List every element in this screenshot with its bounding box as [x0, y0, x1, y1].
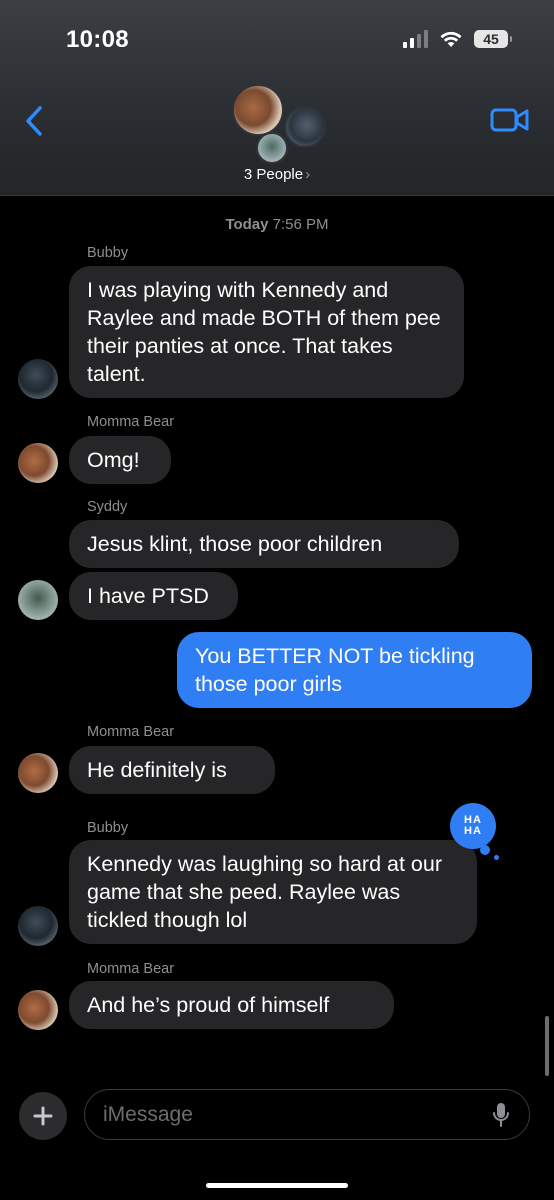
participants-button[interactable]: 3 People › [0, 166, 554, 183]
plus-icon [33, 1106, 53, 1126]
avatar[interactable] [18, 906, 58, 946]
signal-icon [403, 30, 428, 48]
status-time: 10:08 [66, 26, 129, 53]
tapback-text: HA [464, 825, 482, 837]
avatar[interactable] [18, 580, 58, 620]
home-indicator[interactable] [206, 1183, 348, 1188]
battery-icon: 45 [474, 30, 512, 48]
incoming-message-bubble[interactable]: And he’s proud of himself [69, 981, 394, 1029]
apps-plus-button[interactable] [19, 1092, 67, 1140]
avatar[interactable] [18, 359, 58, 399]
sender-name: Bubby [87, 245, 129, 261]
avatar [232, 84, 284, 136]
incoming-message-bubble[interactable]: Kennedy was laughing so hard at our game… [69, 840, 477, 944]
conversation-header: 10:08 45 3 People › [0, 0, 554, 196]
avatar[interactable] [18, 443, 58, 483]
haha-tapback-icon[interactable]: HA HA [450, 803, 496, 849]
sender-name: Momma Bear [87, 414, 175, 430]
scrollbar[interactable] [545, 1016, 549, 1076]
participants-label: 3 People [243, 166, 304, 183]
incoming-message-bubble[interactable]: I have PTSD [69, 572, 238, 620]
microphone-icon[interactable] [492, 1102, 510, 1128]
timestamp-day: Today [225, 216, 269, 233]
messages-screen: 10:08 45 3 People › Today 7:56 PM Bubby … [0, 0, 554, 1200]
avatar [284, 106, 326, 148]
sender-name: Momma Bear [87, 724, 175, 740]
wifi-icon [440, 31, 462, 47]
incoming-message-bubble[interactable]: He definitely is [69, 746, 275, 794]
sender-name: Syddy [87, 499, 128, 515]
avatar[interactable] [18, 990, 58, 1030]
group-avatar-cluster[interactable] [232, 84, 328, 164]
conversation-timestamp: Today 7:56 PM [0, 216, 554, 233]
back-chevron-icon[interactable] [20, 104, 50, 138]
imessage-input[interactable] [84, 1089, 530, 1140]
tapback-tail [480, 845, 490, 855]
sender-name: Momma Bear [87, 961, 175, 977]
outgoing-message-bubble[interactable]: You BETTER NOT be tickling those poor gi… [177, 632, 532, 708]
incoming-message-bubble[interactable]: Omg! [69, 436, 171, 484]
tapback-tail [494, 855, 499, 860]
chevron-right-icon: › [305, 166, 311, 183]
incoming-message-bubble[interactable]: Jesus klint, those poor children [69, 520, 459, 568]
video-camera-icon[interactable] [490, 106, 530, 134]
timestamp-time: 7:56 PM [272, 216, 329, 233]
avatar [256, 132, 288, 164]
status-icons: 45 [403, 30, 512, 48]
sender-name: Bubby [87, 820, 129, 836]
incoming-message-bubble[interactable]: I was playing with Kennedy and Raylee an… [69, 266, 464, 398]
avatar[interactable] [18, 753, 58, 793]
